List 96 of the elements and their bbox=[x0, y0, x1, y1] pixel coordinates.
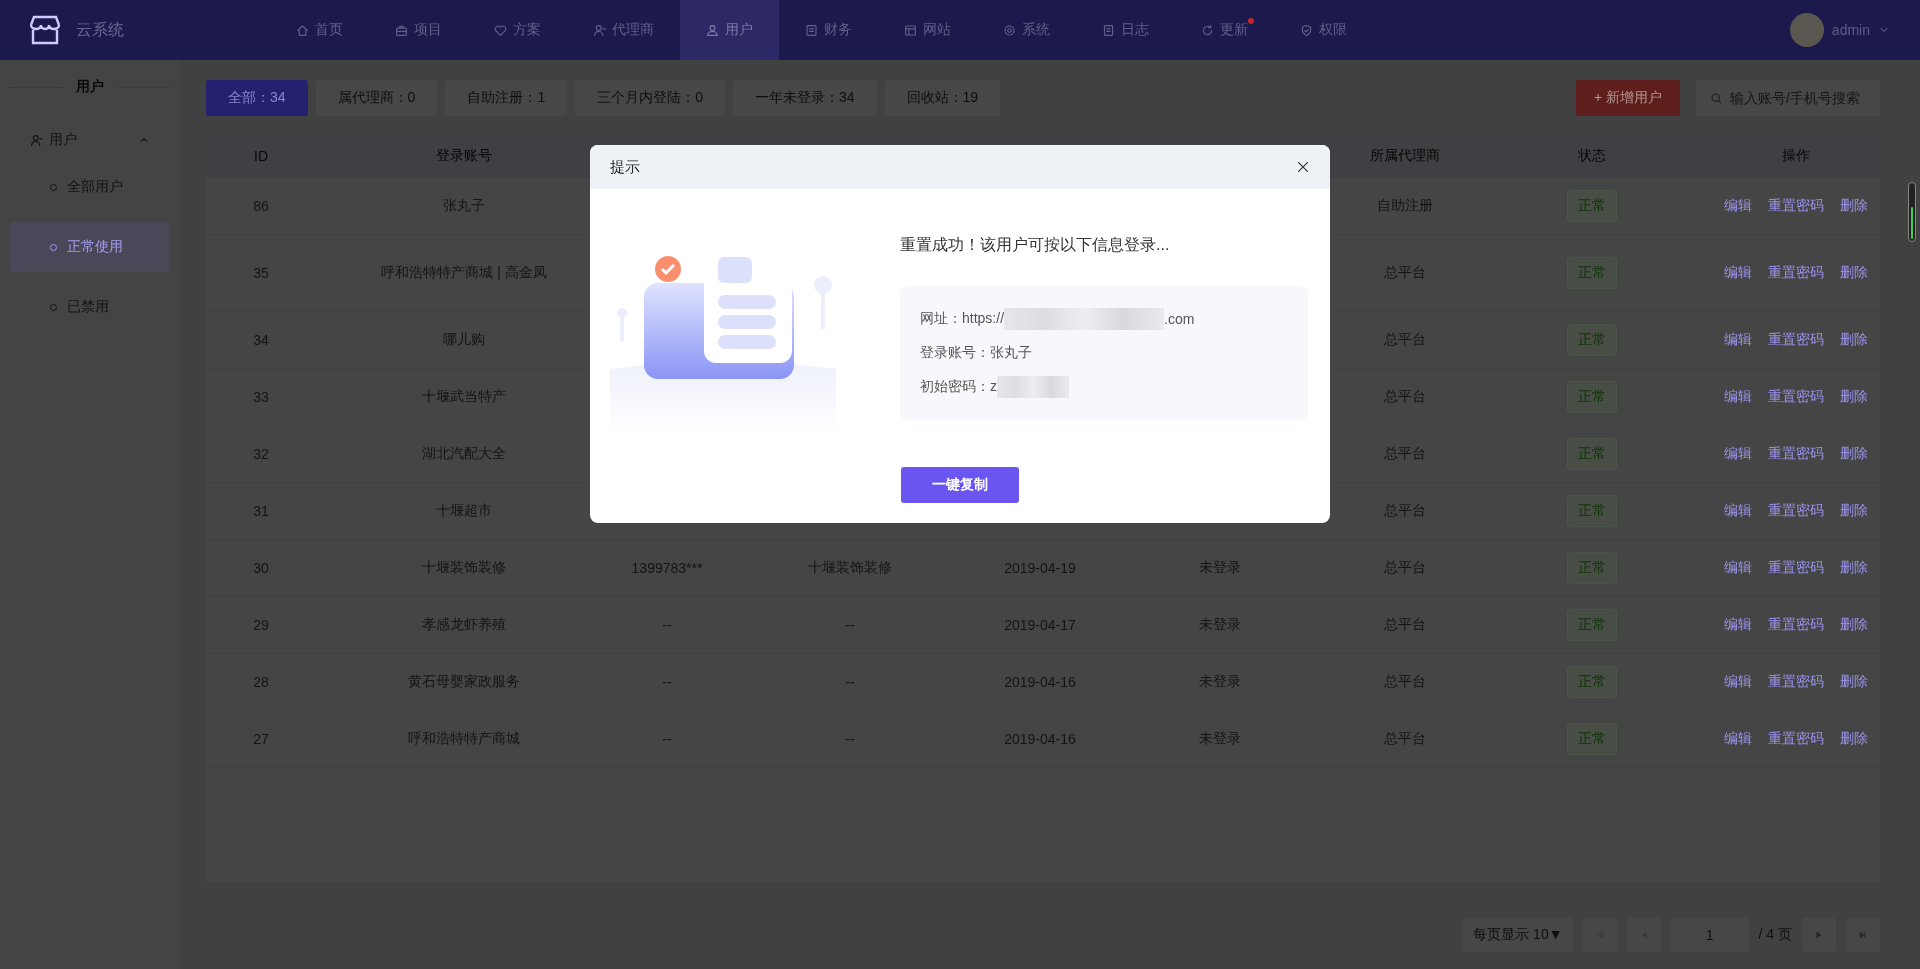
table-cell: -- bbox=[845, 617, 855, 633]
window-icon bbox=[904, 23, 917, 37]
nav-tab[interactable]: 首页 bbox=[270, 0, 369, 60]
user-icon bbox=[30, 133, 43, 147]
nav-tab[interactable]: 代理商 bbox=[567, 0, 680, 60]
user-icon bbox=[593, 23, 606, 37]
action-link[interactable]: 编辑 bbox=[1724, 673, 1752, 691]
nav-tab[interactable]: 财务 bbox=[779, 0, 878, 60]
action-link[interactable]: 编辑 bbox=[1724, 616, 1752, 634]
store-icon bbox=[28, 15, 62, 45]
action-link[interactable]: 编辑 bbox=[1724, 388, 1752, 406]
avatar[interactable] bbox=[1789, 13, 1824, 47]
app-name: 云系统 bbox=[76, 19, 124, 40]
table-cell: -- bbox=[662, 674, 672, 690]
status-tag: 正常 bbox=[1567, 190, 1617, 222]
status-tag: 正常 bbox=[1567, 438, 1617, 470]
dialog-title: 提示 bbox=[610, 157, 640, 177]
table-cell: -- bbox=[845, 674, 855, 690]
user-name[interactable]: admin bbox=[1831, 22, 1870, 38]
status-tag: 正常 bbox=[1567, 381, 1617, 413]
nav-tab[interactable]: 权限 bbox=[1274, 0, 1373, 60]
nav-tab[interactable]: 网站 bbox=[878, 0, 977, 60]
action-link[interactable]: 重置密码 bbox=[1768, 445, 1824, 463]
dialog-message: 重置成功！该用户可按以下信息登录... bbox=[900, 235, 1171, 255]
action-link[interactable]: 编辑 bbox=[1724, 730, 1752, 748]
close-icon bbox=[1296, 160, 1310, 174]
action-link[interactable]: 编辑 bbox=[1724, 502, 1752, 520]
action-link[interactable]: 删除 bbox=[1840, 331, 1868, 349]
home-icon bbox=[296, 23, 309, 37]
action-link[interactable]: 删除 bbox=[1840, 264, 1868, 282]
action-link[interactable]: 重置密码 bbox=[1768, 388, 1824, 406]
sidebar-item[interactable]: 正常使用 bbox=[10, 222, 170, 272]
action-link[interactable]: 重置密码 bbox=[1768, 559, 1824, 577]
action-link[interactable]: 重置密码 bbox=[1768, 730, 1824, 748]
filter-tab[interactable]: 全部：34 bbox=[206, 80, 308, 116]
gear-icon bbox=[1003, 23, 1016, 37]
status-tag: 正常 bbox=[1567, 723, 1617, 755]
refresh-icon bbox=[1201, 23, 1214, 37]
heart-icon bbox=[494, 23, 507, 37]
column-header: 操作 bbox=[1782, 147, 1810, 163]
nav-tab[interactable]: 更新 bbox=[1175, 0, 1274, 60]
column-header: 登录账号 bbox=[436, 147, 492, 163]
action-link[interactable]: 编辑 bbox=[1724, 559, 1752, 577]
action-link[interactable]: 重置密码 bbox=[1768, 502, 1824, 520]
nav-tab[interactable]: 系统 bbox=[977, 0, 1076, 60]
last-page-icon bbox=[1858, 930, 1868, 940]
action-link[interactable]: 编辑 bbox=[1724, 331, 1752, 349]
credential-line: 网址：https:// bbox=[920, 310, 1005, 328]
action-link[interactable]: 删除 bbox=[1840, 673, 1868, 691]
nav-tab[interactable]: 方案 bbox=[468, 0, 567, 60]
last-page-button[interactable] bbox=[1846, 918, 1880, 952]
action-link[interactable]: 编辑 bbox=[1724, 445, 1752, 463]
credential-line: 初始密码：z bbox=[920, 378, 997, 396]
add-user-button[interactable]: + 新增用户 bbox=[1575, 80, 1680, 116]
next-page-button[interactable] bbox=[1802, 918, 1836, 952]
ledger-icon bbox=[805, 23, 818, 37]
action-link[interactable]: 删除 bbox=[1840, 559, 1868, 577]
briefcase-icon bbox=[395, 23, 408, 37]
url-suffix: .com bbox=[1164, 311, 1195, 327]
credential-line: 登录账号：张丸子 bbox=[920, 344, 1032, 362]
column-header: ID bbox=[254, 148, 268, 164]
action-link[interactable]: 编辑 bbox=[1724, 197, 1752, 215]
action-link[interactable]: 编辑 bbox=[1724, 264, 1752, 282]
sidebar-title: 用户 bbox=[76, 78, 104, 96]
nav-tab[interactable]: 项目 bbox=[369, 0, 468, 60]
action-link[interactable]: 重置密码 bbox=[1768, 197, 1824, 215]
document-icon bbox=[1102, 23, 1115, 37]
action-link[interactable]: 重置密码 bbox=[1768, 673, 1824, 691]
status-tag: 正常 bbox=[1567, 257, 1617, 289]
scrollbar[interactable] bbox=[1908, 182, 1916, 242]
nav-tab[interactable]: 日志 bbox=[1076, 0, 1175, 60]
page-input[interactable]: 1 bbox=[1670, 918, 1749, 952]
shield-icon bbox=[1300, 23, 1313, 37]
action-link[interactable]: 删除 bbox=[1840, 502, 1868, 520]
action-link[interactable]: 删除 bbox=[1840, 197, 1868, 215]
copy-button[interactable]: 一键复制 bbox=[901, 467, 1019, 503]
status-tag: 正常 bbox=[1567, 609, 1617, 641]
table-cell: -- bbox=[662, 617, 672, 633]
action-link[interactable]: 重置密码 bbox=[1768, 264, 1824, 282]
status-tag: 正常 bbox=[1567, 324, 1617, 356]
action-link[interactable]: 删除 bbox=[1840, 445, 1868, 463]
column-header: 状态 bbox=[1578, 147, 1606, 163]
next-icon bbox=[1814, 930, 1824, 940]
action-link[interactable]: 重置密码 bbox=[1768, 616, 1824, 634]
status-tag: 正常 bbox=[1567, 552, 1617, 584]
action-link[interactable]: 删除 bbox=[1840, 616, 1868, 634]
table-cell: -- bbox=[845, 731, 855, 747]
close-button[interactable] bbox=[1296, 160, 1310, 174]
table-cell: -- bbox=[662, 731, 672, 747]
search-icon bbox=[1710, 92, 1723, 105]
nav-tab[interactable]: 用户 bbox=[680, 0, 779, 60]
status-tag: 正常 bbox=[1567, 666, 1617, 698]
action-link[interactable]: 删除 bbox=[1840, 388, 1868, 406]
status-tag: 正常 bbox=[1567, 495, 1617, 527]
action-link[interactable]: 删除 bbox=[1840, 730, 1868, 748]
action-link[interactable]: 重置密码 bbox=[1768, 331, 1824, 349]
